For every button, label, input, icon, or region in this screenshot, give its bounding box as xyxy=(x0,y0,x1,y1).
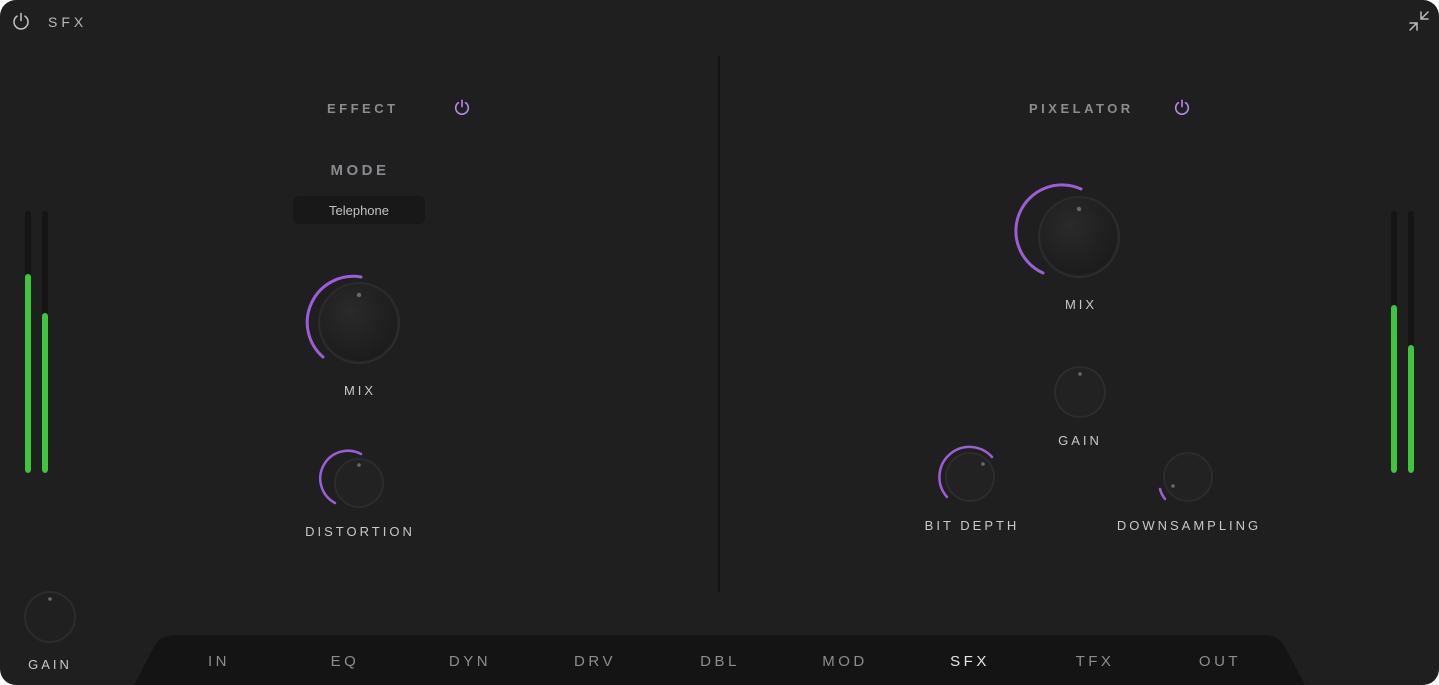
bit-depth-knob[interactable] xyxy=(937,444,999,506)
downsampling-label: DOWNSAMPLING xyxy=(1116,518,1262,533)
pixelator-section-title: PIXELATOR xyxy=(1029,101,1134,116)
input-meter-left-fill xyxy=(25,273,31,473)
tab-sfx[interactable]: SFX xyxy=(950,653,990,670)
pixelator-gain-label: GAIN xyxy=(1058,433,1102,448)
downsampling-knob[interactable] xyxy=(1156,448,1216,508)
collapse-arrows-icon[interactable] xyxy=(1408,10,1430,32)
module-tab-bar: IN EQ DYN DRV DBL MOD SFX TFX OUT xyxy=(0,635,1439,685)
distortion-label: DISTORTION xyxy=(305,524,415,539)
distortion-knob[interactable] xyxy=(319,449,387,511)
effect-section-title: EFFECT xyxy=(327,101,399,116)
output-meter-left xyxy=(1391,211,1397,473)
tab-tfx[interactable]: TFX xyxy=(1076,653,1115,670)
plugin-window: SFX EFFECT MODE Telephone MIX DISTORTION… xyxy=(0,0,1439,685)
input-meter-right xyxy=(42,211,48,473)
effect-power-icon[interactable] xyxy=(453,98,471,116)
mode-label: MODE xyxy=(330,162,390,179)
output-meter-right-fill xyxy=(1408,344,1414,473)
input-meter-left xyxy=(25,211,31,473)
tab-eq[interactable]: EQ xyxy=(331,653,360,670)
pixelator-mix-knob[interactable] xyxy=(1014,183,1129,287)
bit-depth-label: BIT DEPTH xyxy=(924,518,1020,533)
tab-dyn[interactable]: DYN xyxy=(449,653,491,670)
effect-mix-knob[interactable] xyxy=(305,273,409,373)
pixelator-power-icon[interactable] xyxy=(1173,98,1191,116)
tab-mod[interactable]: MOD xyxy=(822,653,868,670)
tab-dbl[interactable]: DBL xyxy=(700,653,740,670)
tab-drv[interactable]: DRV xyxy=(574,653,616,670)
input-meter-right-fill xyxy=(42,313,48,473)
mode-select[interactable]: Telephone xyxy=(293,196,425,224)
output-meter-right xyxy=(1408,211,1414,473)
pixelator-gain-knob[interactable] xyxy=(1052,364,1108,420)
pixelator-mix-label: MIX xyxy=(1064,297,1098,312)
power-icon[interactable] xyxy=(11,11,31,31)
panel-divider xyxy=(718,56,720,592)
app-title: SFX xyxy=(48,14,88,30)
output-meter-left-fill xyxy=(1391,305,1397,473)
tab-out[interactable]: OUT xyxy=(1199,653,1241,670)
effect-mix-label: MIX xyxy=(343,383,377,398)
tab-in[interactable]: IN xyxy=(208,653,230,670)
